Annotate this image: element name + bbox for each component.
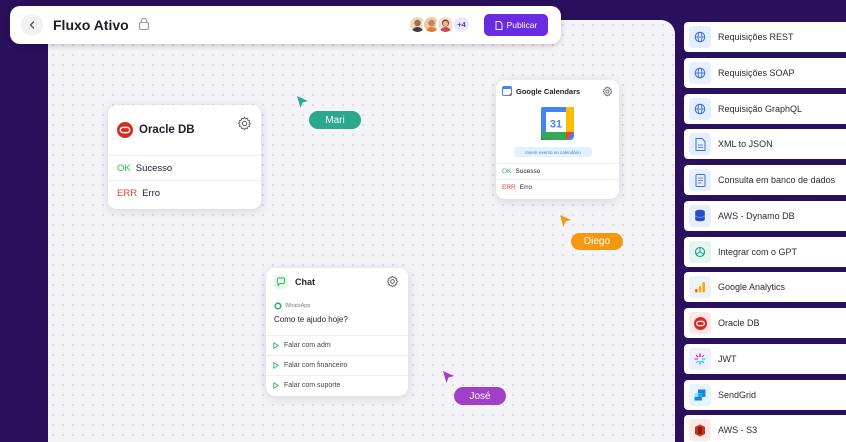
- publish-label: Publicar: [506, 20, 538, 30]
- panel-item-label: AWS - S3: [718, 425, 758, 436]
- jwt-icon: [689, 347, 711, 370]
- oracle-icon: [689, 312, 711, 334]
- back-button[interactable]: [21, 14, 43, 36]
- google-calendar-logo: 31: [541, 107, 574, 140]
- gear-icon[interactable]: [237, 116, 252, 131]
- panel-item-label: Requisições REST: [718, 32, 794, 42]
- option-label: Falar com suporte: [284, 382, 341, 389]
- panel-item-soap[interactable]: Requisições SOAP: [684, 57, 846, 88]
- panel-item-label: Consulta em banco de dados: [718, 175, 836, 185]
- oracle-icon: [117, 122, 133, 138]
- action-badge: Inserir evento no calendário: [514, 147, 592, 157]
- panel-item-label: SendGrid: [718, 389, 757, 400]
- chat-icon: [274, 275, 288, 289]
- dynamodb-icon: [689, 204, 711, 227]
- play-icon: [273, 362, 279, 369]
- ok-tag: OK: [502, 168, 512, 175]
- panel-item-graphql[interactable]: Requisição GraphQL: [684, 93, 846, 124]
- ok-tag: OK: [117, 162, 131, 174]
- panel-item-gpt[interactable]: Integrar com o GPT: [684, 236, 846, 267]
- panel-item-sendgrid[interactable]: SendGrid: [684, 379, 846, 410]
- panel-item-rest[interactable]: Requisições REST: [684, 22, 846, 52]
- panel-item-label: Integrar com o GPT: [718, 246, 798, 257]
- chat-option[interactable]: Falar com financeiro: [266, 355, 408, 375]
- output-label: Erro: [519, 184, 533, 191]
- panel-item-label: Google Analytics: [718, 282, 786, 293]
- publish-button[interactable]: Publicar: [484, 14, 548, 36]
- panel-item-xml-to-json[interactable]: XML to JSON: [684, 129, 846, 160]
- analytics-icon: [689, 276, 711, 299]
- option-label: Falar com adm: [284, 342, 331, 349]
- google-calendars-node[interactable]: Google Calendars 31 Inserir evento no ca…: [496, 80, 619, 199]
- play-icon: [273, 342, 279, 349]
- cursor-label-mari: Mari: [309, 111, 361, 129]
- output-success[interactable]: OK Sucesso: [108, 155, 261, 180]
- google-calendar-icon: [502, 86, 512, 96]
- avatar-overflow-count: +4: [452, 15, 471, 34]
- node-title: Google Calendars: [516, 86, 581, 96]
- output-label: Erro: [142, 187, 161, 199]
- err-tag: ERR: [117, 187, 138, 199]
- play-icon: [273, 382, 279, 389]
- output-success[interactable]: OK Sucesso: [496, 163, 619, 179]
- err-tag: ERR: [502, 184, 516, 191]
- calendar-day: 31: [550, 119, 562, 131]
- lock-icon: [138, 17, 150, 30]
- panel-item-label: Oracle DB: [718, 318, 760, 328]
- chat-node[interactable]: Chat WhatsApp Como te ajudo hoje? Falar …: [266, 268, 408, 396]
- s3-icon: [689, 419, 711, 442]
- cursor-pointer-icon: [560, 215, 571, 227]
- chevron-left-icon: [29, 21, 35, 29]
- cursor-label-diego: Diego: [571, 233, 623, 250]
- collaborators[interactable]: +4: [408, 15, 471, 34]
- panel-item-jwt[interactable]: JWT: [684, 343, 846, 374]
- panel-item-label: XML to JSON: [718, 139, 773, 150]
- globe-icon: [689, 26, 711, 48]
- openai-icon: [689, 240, 711, 263]
- chat-question: Como te ajudo hoje?: [274, 315, 348, 324]
- chat-option[interactable]: Falar com suporte: [266, 375, 408, 395]
- panel-item-google-analytics[interactable]: Google Analytics: [684, 272, 846, 303]
- sendgrid-icon: [689, 383, 711, 406]
- output-error[interactable]: ERR Erro: [496, 179, 619, 195]
- node-title: Oracle DB: [139, 124, 195, 136]
- file-icon: [689, 133, 711, 156]
- globe-icon: [689, 61, 711, 84]
- cursor-pointer-icon: [443, 371, 454, 383]
- panel-item-dynamodb[interactable]: AWS - Dynamo DB: [684, 200, 846, 231]
- gear-icon[interactable]: [602, 86, 613, 97]
- panel-item-oracle[interactable]: Oracle DB: [684, 308, 846, 338]
- globe-icon: [689, 97, 711, 120]
- option-label: Falar com financeiro: [284, 362, 348, 369]
- page-title: Fluxo Ativo: [53, 17, 129, 33]
- panel-item-label: Requisições SOAP: [718, 67, 795, 78]
- whatsapp-icon: [274, 302, 282, 310]
- integrations-panel: Requisições REST Requisições SOAP Requis…: [684, 22, 846, 442]
- channel-name: WhatsApp: [285, 303, 311, 309]
- panel-item-label: AWS - Dynamo DB: [718, 210, 795, 221]
- chat-option[interactable]: Falar com adm: [266, 335, 408, 355]
- gear-icon[interactable]: [386, 275, 399, 288]
- output-label: Sucesso: [135, 162, 173, 174]
- cursor-label-jose: José: [454, 387, 506, 405]
- document-icon: [495, 20, 503, 30]
- node-title: Chat: [295, 277, 315, 287]
- panel-item-label: JWT: [718, 353, 737, 364]
- document-icon: [689, 169, 711, 191]
- flow-header: Fluxo Ativo +4 Publicar: [10, 6, 561, 44]
- panel-item-s3[interactable]: AWS - S3: [684, 415, 846, 442]
- panel-item-label: Requisição GraphQL: [718, 103, 803, 114]
- cursor-pointer-icon: [297, 96, 308, 108]
- channel-label: WhatsApp: [274, 302, 310, 310]
- panel-item-db-query[interactable]: Consulta em banco de dados: [684, 165, 846, 195]
- output-error[interactable]: ERR Erro: [108, 180, 261, 205]
- output-label: Sucesso: [515, 168, 541, 175]
- oracle-db-node[interactable]: Oracle DB OK Sucesso ERR Erro: [108, 105, 261, 209]
